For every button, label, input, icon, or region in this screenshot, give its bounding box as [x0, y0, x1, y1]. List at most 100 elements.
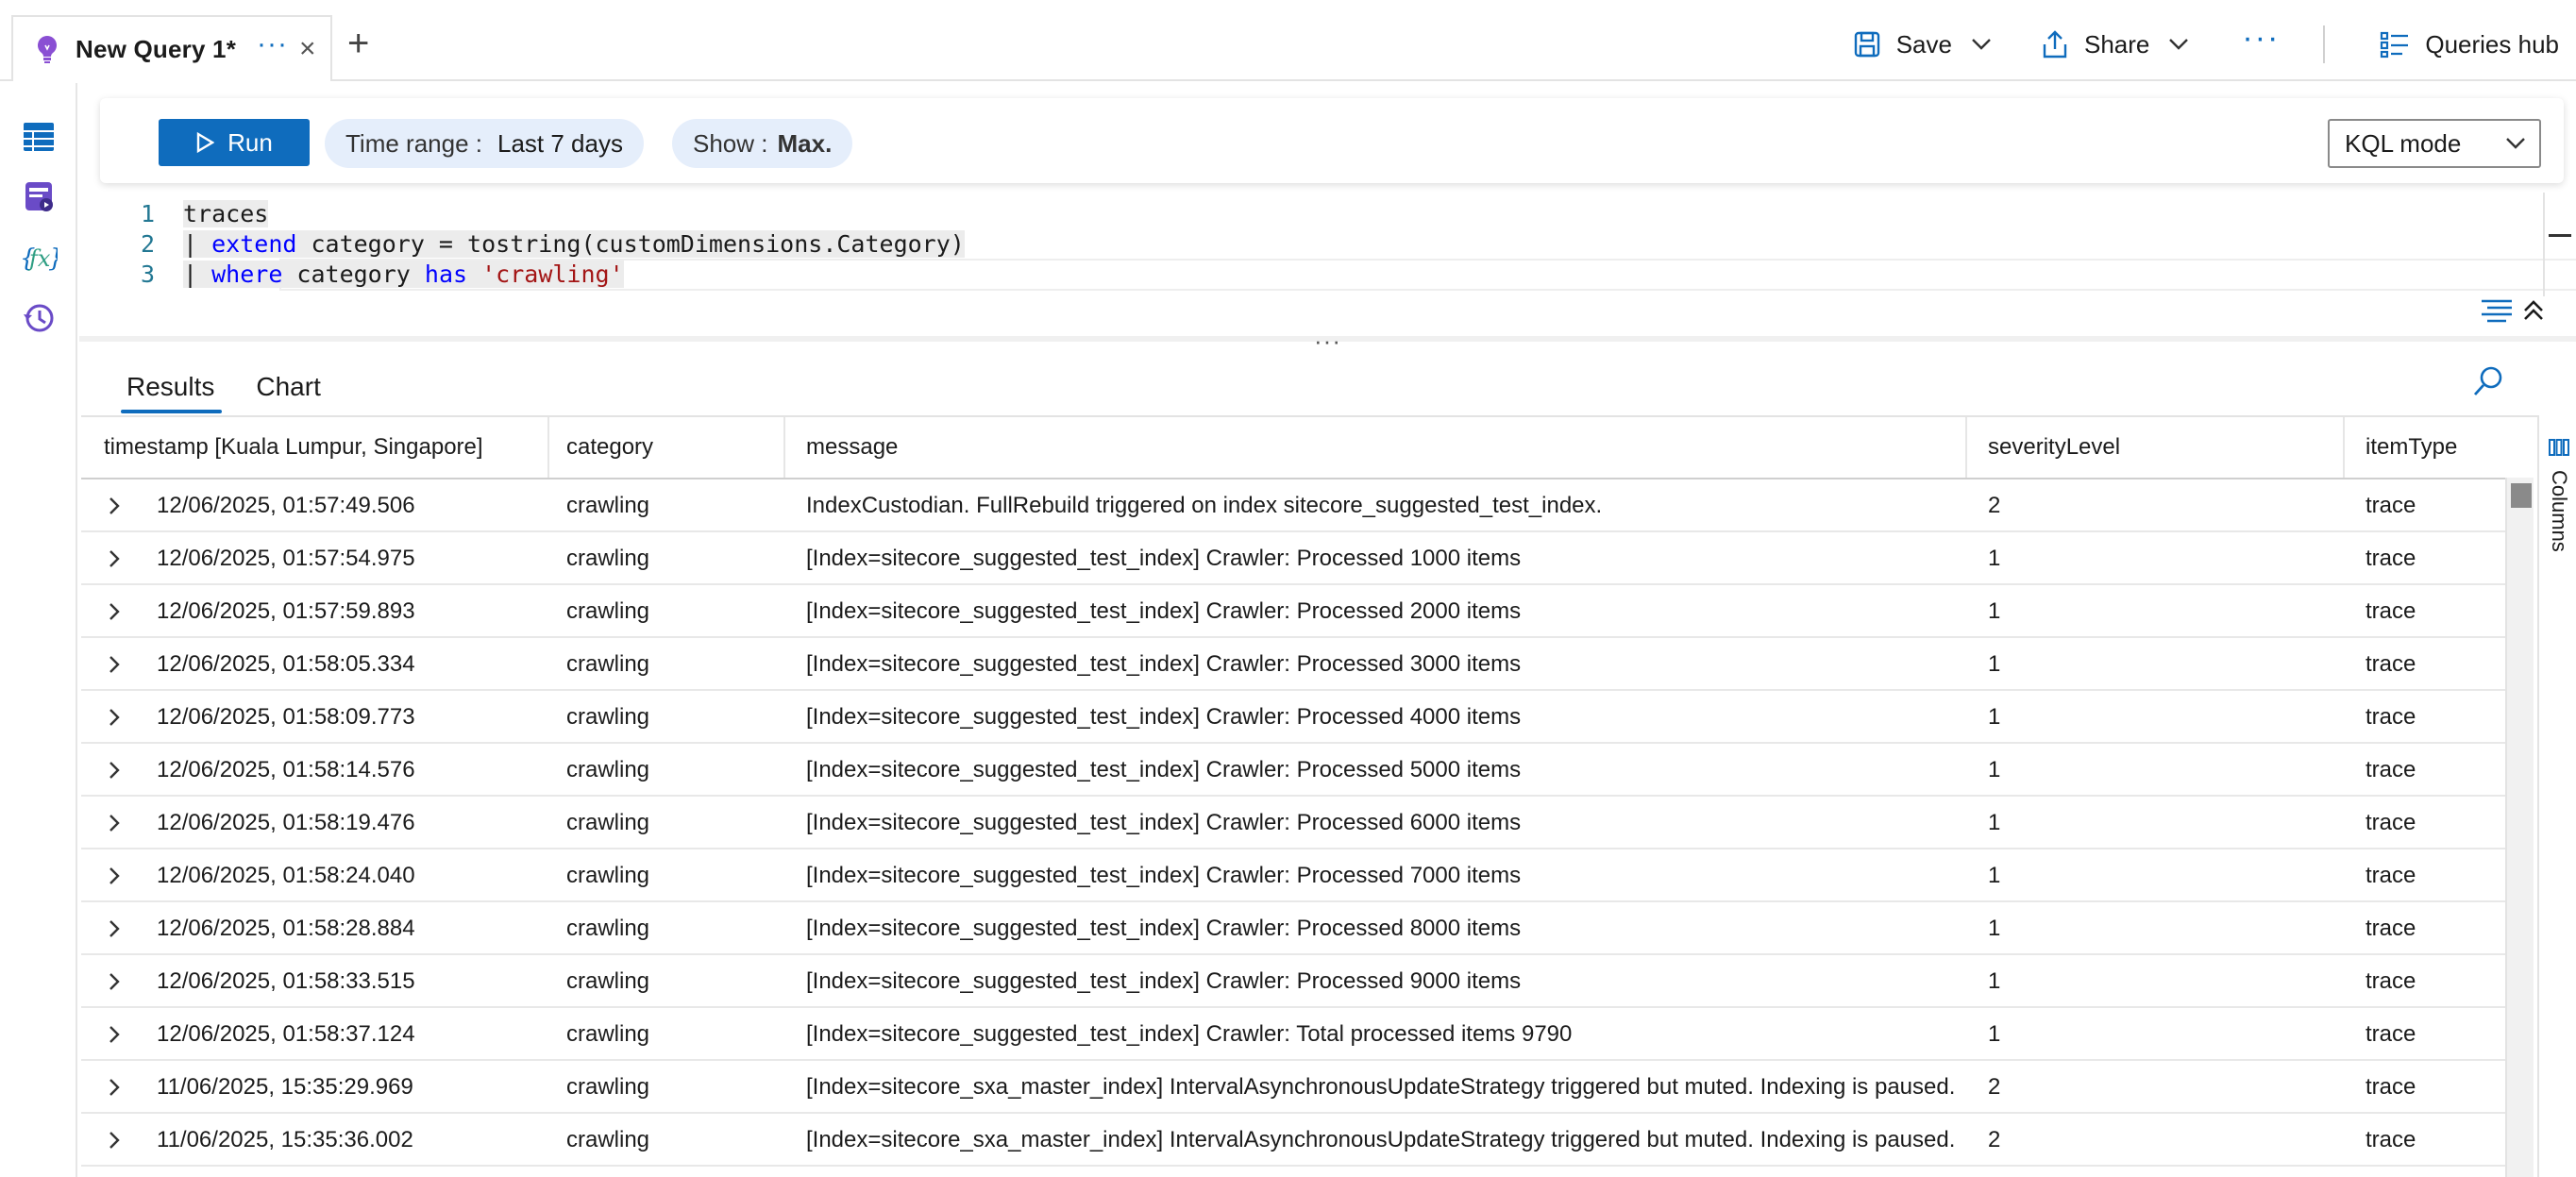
results-tabs: Results Chart — [111, 351, 347, 413]
add-tab-button[interactable]: + — [347, 25, 369, 62]
table-row[interactable]: 12/06/2025, 01:57:49.506 crawling IndexCus… — [81, 479, 2505, 532]
run-button[interactable]: Run — [159, 119, 310, 166]
table-row[interactable]: 12/06/2025, 01:58:19.476 crawling [Index=s… — [81, 797, 2505, 849]
search-icon[interactable] — [2471, 364, 2505, 398]
share-button[interactable]: Share — [2041, 29, 2189, 59]
left-rail: {fx} — [0, 83, 77, 1177]
cell-category: crawling — [566, 757, 650, 782]
tab-close-button[interactable]: × — [299, 35, 316, 63]
cell-timestamp: 12/06/2025, 01:57:49.506 — [157, 493, 415, 518]
cell-severity-level: 2 — [1988, 1127, 2001, 1152]
cell-item-type: trace — [2366, 968, 2416, 994]
current-line-highlight — [279, 259, 2576, 291]
query-editor[interactable]: 1 traces 2 | extend category = tostring(… — [100, 194, 2576, 298]
column-header-category[interactable]: category — [549, 417, 785, 478]
table-row[interactable]: 12/06/2025, 01:58:09.773 crawling [Index=s… — [81, 691, 2505, 744]
columns-panel-toggle[interactable]: Columns — [2537, 415, 2576, 1177]
table-row[interactable]: 12/06/2025, 01:58:33.515 crawling [Index=s… — [81, 955, 2505, 1008]
expand-row-icon[interactable] — [108, 955, 121, 1008]
tab-results[interactable]: Results — [111, 351, 229, 413]
expand-row-icon[interactable] — [108, 1061, 121, 1114]
cell-item-type: trace — [2366, 546, 2416, 571]
cell-timestamp: 12/06/2025, 01:58:05.334 — [157, 651, 415, 677]
queries-hub-button[interactable]: Queries hub — [2380, 30, 2559, 59]
cell-category: crawling — [566, 968, 650, 994]
save-button[interactable]: Save — [1853, 30, 1992, 59]
time-range-picker[interactable]: Time range : Last 7 days — [325, 119, 644, 168]
expand-row-icon[interactable] — [108, 849, 121, 902]
expand-row-icon[interactable] — [108, 691, 121, 744]
more-actions-button[interactable]: ··· — [2242, 20, 2280, 70]
grid-scrollbar-thumb[interactable] — [2511, 483, 2532, 508]
column-header-message[interactable]: message — [785, 417, 1967, 478]
queries-hub-icon — [2381, 31, 2409, 59]
code-text: | extend category = tostring(customDimen… — [183, 229, 965, 258]
code-keyword: extend — [211, 229, 297, 258]
format-icon[interactable] — [2480, 298, 2514, 323]
cell-severity-level: 1 — [1988, 546, 2001, 571]
tab-title: New Query 1* — [76, 34, 237, 63]
expand-row-icon[interactable] — [108, 797, 121, 849]
code-pipe: | — [183, 260, 212, 288]
column-header-timestamp[interactable]: timestamp [Kuala Lumpur, Singapore] — [81, 417, 549, 478]
tables-icon[interactable] — [19, 117, 59, 157]
cell-severity-level: 1 — [1988, 704, 2001, 730]
table-row[interactable]: 12/06/2025, 01:57:54.975 crawling [Index=s… — [81, 532, 2505, 585]
grid-scrollbar[interactable] — [2505, 478, 2534, 1177]
functions-icon[interactable]: {fx} — [19, 238, 59, 277]
table-row[interactable]: 12/06/2025, 01:58:05.334 crawling [Index=s… — [81, 638, 2505, 691]
cell-message: [Index=sitecore_suggested_test_index] Cr… — [806, 598, 1522, 624]
kql-mode-select[interactable]: KQL mode — [2328, 119, 2541, 168]
collapse-icon[interactable] — [2521, 298, 2546, 323]
show-limit-picker[interactable]: Show : Max. — [672, 119, 853, 168]
expand-row-icon[interactable] — [108, 638, 121, 691]
table-row[interactable]: 11/06/2025, 15:35:36.002 crawling [Index=s… — [81, 1114, 2505, 1167]
tab-new-query[interactable]: New Query 1* ··· × — [11, 15, 332, 81]
editor-line: 3 | where category has 'crawling' — [100, 259, 624, 289]
top-tab-bar: New Query 1* ··· × + Save Share ··· Quer… — [0, 0, 2576, 81]
table-row[interactable]: 12/06/2025, 01:57:59.893 crawling [Index=s… — [81, 585, 2505, 638]
cell-item-type: trace — [2366, 1074, 2416, 1100]
code-keyword: has — [424, 260, 468, 288]
cell-message: [Index=sitecore_suggested_test_index] Cr… — [806, 968, 1522, 994]
expand-row-icon[interactable] — [108, 479, 121, 532]
editor-scrollbar[interactable] — [2543, 193, 2545, 296]
column-header-item-type[interactable]: itemType — [2345, 417, 2505, 478]
tab-chart[interactable]: Chart — [241, 351, 335, 413]
svg-text:}: } — [48, 244, 58, 273]
cell-message: [Index=sitecore_suggested_test_index] Cr… — [806, 1021, 1573, 1047]
table-row[interactable]: 11/06/2025, 15:35:29.969 crawling [Index=s… — [81, 1061, 2505, 1114]
expand-row-icon[interactable] — [108, 532, 121, 585]
expand-row-icon[interactable] — [108, 902, 121, 955]
cell-item-type: trace — [2366, 1127, 2416, 1152]
cell-message: [Index=sitecore_sxa_master_index] Interv… — [806, 1074, 1956, 1100]
table-row[interactable]: 12/06/2025, 01:58:28.884 crawling [Index=s… — [81, 902, 2505, 955]
cell-item-type: trace — [2366, 863, 2416, 888]
table-row[interactable]: 12/06/2025, 01:58:37.124 crawling [Index=s… — [81, 1008, 2505, 1061]
cell-message: IndexCustodian. FullRebuild triggered on… — [806, 493, 1603, 518]
show-label: Show : — [693, 128, 768, 158]
cell-item-type: trace — [2366, 704, 2416, 730]
results-grid: timestamp [Kuala Lumpur, Singapore] cate… — [81, 415, 2537, 1177]
column-header-severity-level[interactable]: severityLevel — [1967, 417, 2345, 478]
cell-timestamp: 12/06/2025, 01:57:54.975 — [157, 546, 415, 571]
cell-category: crawling — [566, 598, 650, 624]
table-row[interactable]: 12/06/2025, 01:58:14.576 crawling [Index=s… — [81, 744, 2505, 797]
table-row[interactable]: 12/06/2025, 01:58:24.040 crawling [Index=s… — [81, 849, 2505, 902]
expand-row-icon[interactable] — [108, 1008, 121, 1061]
queries-icon[interactable] — [19, 177, 59, 217]
cell-timestamp: 12/06/2025, 01:58:19.476 — [157, 810, 415, 835]
splitter-handle[interactable]: ··· — [1314, 327, 1341, 356]
history-icon[interactable] — [19, 298, 59, 338]
line-number: 1 — [140, 199, 155, 227]
show-value: Max. — [777, 128, 833, 158]
expand-row-icon[interactable] — [108, 585, 121, 638]
columns-icon — [2549, 439, 2569, 456]
cell-category: crawling — [566, 1074, 650, 1100]
tab-more-button[interactable]: ··· — [257, 30, 288, 63]
cell-severity-level: 1 — [1988, 810, 2001, 835]
expand-row-icon[interactable] — [108, 744, 121, 797]
cell-item-type: trace — [2366, 1021, 2416, 1047]
expand-row-icon[interactable] — [108, 1114, 121, 1167]
code-token: category — [282, 260, 425, 288]
